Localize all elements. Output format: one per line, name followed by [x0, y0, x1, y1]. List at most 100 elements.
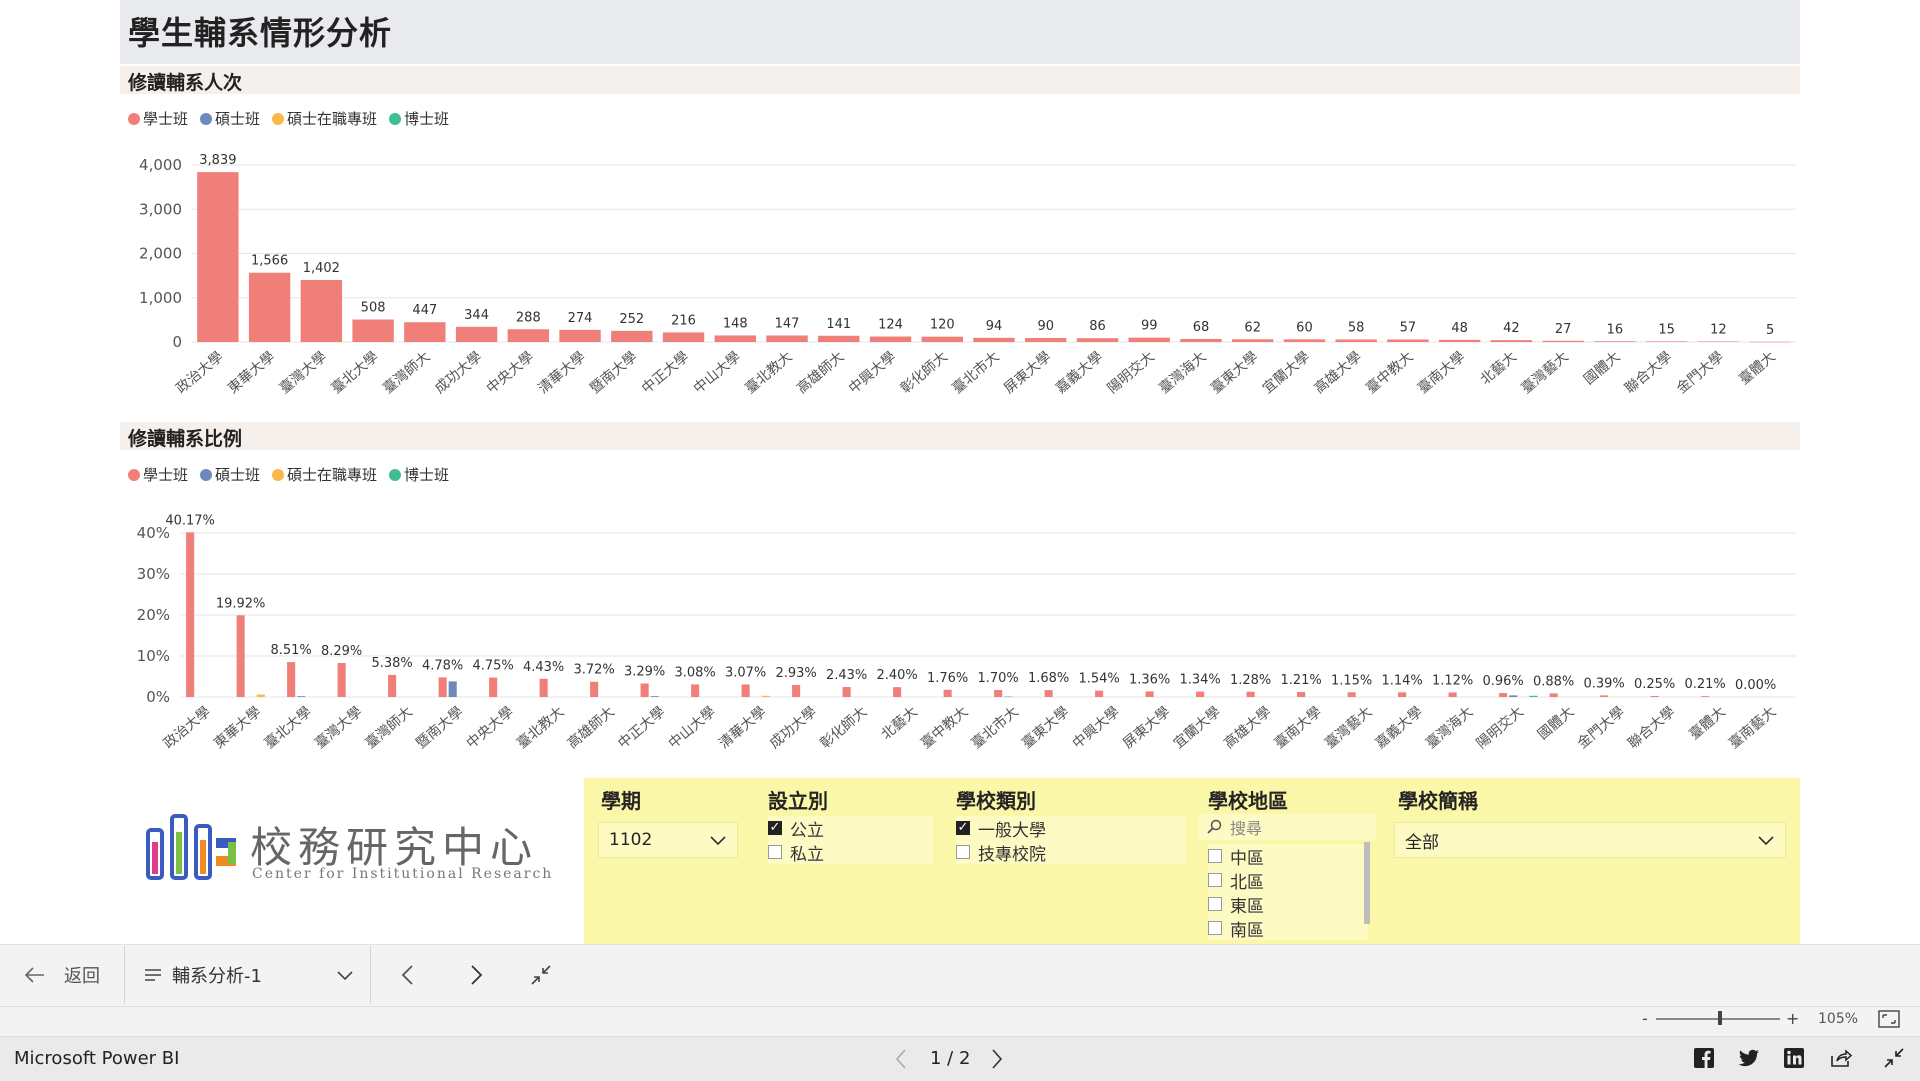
bar[interactable]	[1004, 696, 1013, 698]
bar[interactable]	[1542, 340, 1584, 342]
checkbox-checked-icon[interactable]: ✓	[956, 821, 970, 835]
fit-to-page-button[interactable]	[1878, 1010, 1900, 1032]
legend-item[interactable]: 學士班	[128, 108, 188, 129]
bar[interactable]	[792, 684, 801, 697]
bar[interactable]	[1095, 690, 1104, 697]
bar[interactable]	[943, 689, 952, 697]
bar[interactable]	[197, 172, 239, 342]
fullscreen-exit-button[interactable]	[1884, 1048, 1904, 1072]
bar[interactable]	[1145, 691, 1154, 697]
semester-dropdown[interactable]: 1102	[598, 822, 738, 858]
bar[interactable]	[1398, 692, 1407, 697]
bar[interactable]	[256, 694, 265, 697]
share-linkedin-button[interactable]	[1784, 1048, 1804, 1072]
bar[interactable]	[1499, 693, 1508, 697]
bar[interactable]	[714, 335, 756, 342]
back-button[interactable]: 返回	[24, 962, 100, 988]
bar[interactable]	[1438, 339, 1481, 342]
slicer-option[interactable]: 北區	[1208, 868, 1368, 893]
region-search-input[interactable]: 搜尋	[1198, 814, 1376, 840]
bar[interactable]	[489, 677, 498, 697]
bar[interactable]	[766, 335, 808, 342]
slicer-option[interactable]: 技專校院	[956, 840, 1186, 865]
share-facebook-button[interactable]	[1694, 1048, 1714, 1072]
bar[interactable]	[1044, 690, 1053, 697]
checkbox-checked-icon[interactable]: ✓	[768, 821, 782, 835]
bar[interactable]	[921, 336, 963, 342]
bar[interactable]	[869, 336, 912, 342]
bar[interactable]	[741, 684, 750, 697]
chart2-plot[interactable]: 0%10%20%30%40%40.17%政治大學19.92%東華大學8.51%臺…	[120, 500, 1800, 770]
slicer-option[interactable]: ✓ 一般大學	[956, 816, 1186, 841]
region-scrollbar[interactable]	[1364, 842, 1370, 924]
legend-item[interactable]: 碩士班	[200, 464, 260, 485]
bar[interactable]	[559, 329, 601, 342]
slicer-option[interactable]: ✓ 公立	[768, 816, 933, 841]
bar[interactable]	[507, 329, 550, 342]
chart1-legend[interactable]: 學士班 碩士班 碩士在職專班 博士班	[128, 108, 449, 129]
legend-item[interactable]: 博士班	[389, 108, 449, 129]
slicer-option[interactable]: 東區	[1208, 892, 1368, 917]
bar[interactable]	[1749, 341, 1791, 343]
bar[interactable]	[1645, 341, 1688, 342]
bar[interactable]	[761, 695, 770, 697]
bar[interactable]	[1509, 695, 1518, 697]
bar[interactable]	[1448, 692, 1457, 697]
bar[interactable]	[300, 279, 343, 342]
zoom-in-button[interactable]: +	[1786, 1009, 1799, 1028]
bar[interactable]	[438, 677, 447, 697]
bar[interactable]	[388, 674, 397, 697]
bar[interactable]	[248, 272, 291, 342]
bar[interactable]	[650, 696, 659, 697]
bar[interactable]	[1076, 338, 1119, 342]
bar[interactable]	[994, 690, 1003, 697]
slicer-option[interactable]: 中區	[1208, 844, 1368, 869]
checkbox-icon[interactable]	[1208, 921, 1222, 935]
bar[interactable]	[1297, 692, 1306, 697]
bar[interactable]	[1549, 693, 1558, 697]
zoom-slider-thumb[interactable]	[1718, 1011, 1722, 1025]
bar[interactable]	[1246, 691, 1255, 697]
checkbox-icon[interactable]	[1208, 897, 1222, 911]
legend-item[interactable]: 博士班	[389, 464, 449, 485]
bar[interactable]	[1701, 696, 1710, 697]
previous-page-button[interactable]	[400, 964, 416, 990]
bar[interactable]	[611, 330, 653, 342]
bar[interactable]	[818, 335, 860, 342]
legend-item[interactable]: 碩士在職專班	[272, 108, 377, 129]
next-page-button[interactable]	[468, 964, 484, 990]
bar[interactable]	[1180, 338, 1222, 342]
bar[interactable]	[236, 615, 245, 697]
bar[interactable]	[1490, 340, 1533, 342]
bar[interactable]	[297, 696, 306, 697]
bar[interactable]	[842, 687, 851, 697]
school-name-dropdown[interactable]: 全部	[1394, 822, 1786, 858]
bar[interactable]	[1335, 339, 1377, 342]
bar[interactable]	[691, 684, 700, 697]
slicer-option[interactable]: 南區	[1208, 916, 1368, 941]
bar[interactable]	[893, 687, 902, 697]
legend-item[interactable]: 碩士在職專班	[272, 464, 377, 485]
bar[interactable]	[1600, 695, 1609, 697]
bar[interactable]	[590, 681, 599, 697]
bar[interactable]	[404, 322, 446, 342]
bar[interactable]	[1650, 695, 1659, 697]
chart2-legend[interactable]: 學士班 碩士班 碩士在職專班 博士班	[128, 464, 449, 485]
bar[interactable]	[1594, 341, 1636, 342]
bar[interactable]	[352, 319, 394, 342]
bar[interactable]	[973, 337, 1015, 342]
bar[interactable]	[1387, 339, 1429, 342]
legend-item[interactable]: 學士班	[128, 464, 188, 485]
bar[interactable]	[1128, 337, 1170, 342]
bar[interactable]	[287, 662, 296, 697]
checkbox-icon[interactable]	[768, 845, 782, 859]
bar[interactable]	[337, 663, 346, 697]
bar[interactable]	[1232, 339, 1274, 342]
share-twitter-button[interactable]	[1738, 1048, 1760, 1072]
share-button[interactable]	[1830, 1048, 1853, 1072]
bar[interactable]	[1697, 341, 1740, 342]
bar[interactable]	[455, 326, 498, 342]
bar[interactable]	[1283, 339, 1326, 342]
bar[interactable]	[1529, 695, 1538, 697]
checkbox-icon[interactable]	[1208, 849, 1222, 863]
